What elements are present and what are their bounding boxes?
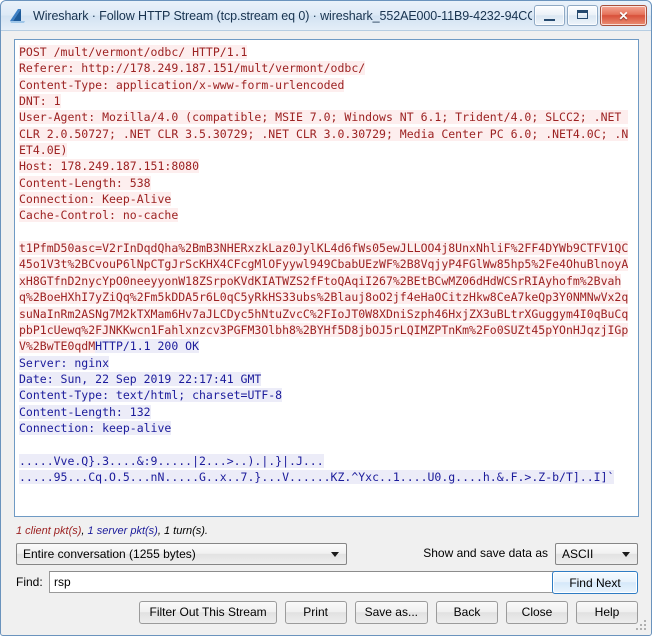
- find-next-button[interactable]: Find Next: [552, 571, 638, 594]
- show-and-save-data-as-label: Show and save data as: [423, 546, 548, 560]
- request-headers-block: POST /mult/vermont/odbc/ HTTP/1.1 Refere…: [19, 45, 629, 223]
- conversation-controls-row: Entire conversation (1255 bytes) Show an…: [16, 543, 638, 567]
- minimize-button[interactable]: [534, 5, 565, 26]
- resize-grip-icon[interactable]: [636, 620, 648, 632]
- close-button[interactable]: ✕: [600, 5, 647, 26]
- packet-status-line: 1 client pkt(s), 1 server pkt(s), 1 turn…: [16, 525, 208, 537]
- response-headers-block: HTTP/1.1 200 OK Server: nginx Date: Sun,…: [19, 339, 283, 435]
- encoding-select[interactable]: ASCII: [555, 543, 638, 565]
- close-icon: ✕: [618, 8, 629, 23]
- turn-count: 1 turn(s).: [163, 525, 208, 537]
- close-dialog-button[interactable]: Close: [506, 600, 568, 624]
- conversation-select[interactable]: Entire conversation (1255 bytes): [16, 543, 347, 565]
- dialog-button-row: Filter Out This Stream Print Save as... …: [1, 599, 651, 625]
- client-packet-count: 1 client pkt(s): [16, 525, 82, 537]
- stream-content-panel[interactable]: POST /mult/vermont/odbc/ HTTP/1.1 Refere…: [14, 39, 639, 517]
- request-payload-block: t1PfmD50asc=V2rInDqdQha%2BmB3NHERxzkLaz0…: [19, 241, 629, 354]
- print-button[interactable]: Print: [284, 600, 347, 624]
- minimize-icon: [544, 19, 555, 21]
- chevron-down-icon: [331, 552, 339, 557]
- help-button[interactable]: Help: [576, 600, 638, 624]
- response-body-block: .....Vve.Q}.3....&:9.....|2...>..).|.}|.…: [19, 453, 615, 484]
- follow-http-stream-window: Wireshark · Follow HTTP Stream (tcp.stre…: [0, 0, 652, 636]
- filter-out-this-stream-button[interactable]: Filter Out This Stream: [139, 600, 277, 624]
- chevron-down-icon: [622, 552, 630, 557]
- blank-separator: [19, 224, 635, 240]
- find-input[interactable]: [49, 571, 573, 593]
- wireshark-fin-icon: [9, 8, 27, 24]
- back-button[interactable]: Back: [436, 600, 498, 624]
- find-label: Find:: [16, 575, 43, 589]
- title-bar: Wireshark · Follow HTTP Stream (tcp.stre…: [1, 1, 651, 31]
- window-title: Wireshark · Follow HTTP Stream (tcp.stre…: [33, 8, 532, 23]
- server-packet-count: 1 server pkt(s): [87, 525, 158, 537]
- encoding-select-value: ASCII: [562, 547, 594, 561]
- save-as-button[interactable]: Save as...: [354, 600, 428, 624]
- maximize-button[interactable]: [567, 5, 598, 26]
- maximize-icon: [577, 10, 588, 19]
- stream-text: POST /mult/vermont/odbc/ HTTP/1.1 Refere…: [15, 40, 638, 488]
- find-row: Find: Find Next: [16, 571, 638, 595]
- conversation-select-value: Entire conversation (1255 bytes): [23, 547, 196, 561]
- blank-separator-2: [19, 436, 635, 452]
